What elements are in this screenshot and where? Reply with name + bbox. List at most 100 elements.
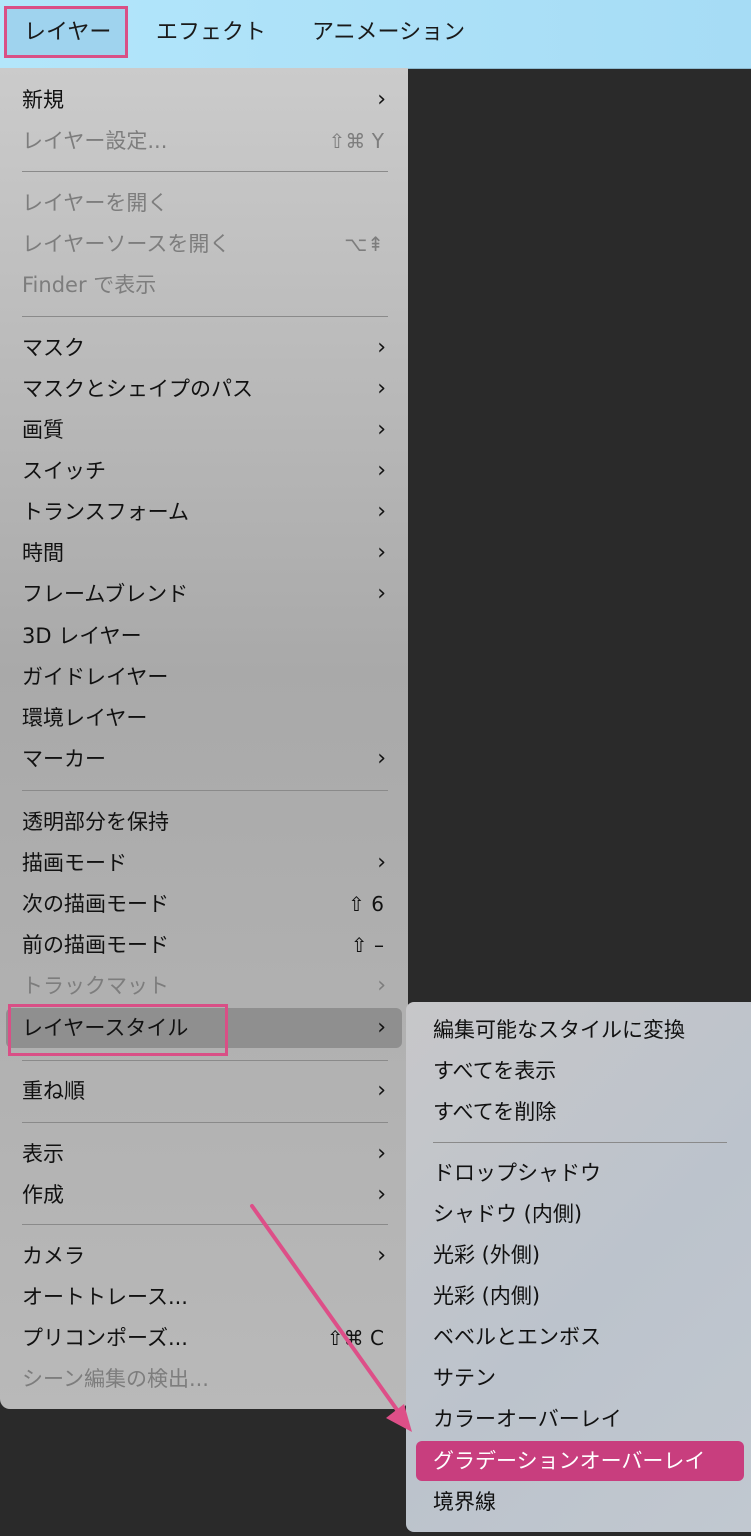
submenu-item-bevel-and-emboss[interactable]: ベベルとエンボス — [406, 1317, 751, 1357]
menu-item-blending-mode[interactable]: 描画モード › — [0, 843, 408, 883]
submenu-arrow-icon: › — [377, 87, 386, 112]
submenu-item-label: 光彩 (外側) — [433, 1243, 541, 1267]
submenu-arrow-icon: › — [377, 1015, 386, 1040]
menu-separator — [22, 316, 388, 317]
menu-item-label: マスク — [22, 336, 85, 360]
menubar-item-animation[interactable]: アニメーション — [312, 0, 465, 68]
menu-item-label: 3D レイヤー — [22, 624, 142, 648]
shortcut-label: ⌥⇞ — [344, 232, 384, 256]
menu-item-arrange[interactable]: 重ね順 › — [0, 1071, 408, 1111]
menu-item-label: 表示 — [22, 1142, 64, 1166]
submenu-item-inner-shadow[interactable]: シャドウ (内側) — [406, 1194, 751, 1234]
menu-item-label: Finder で表示 — [22, 273, 157, 297]
menu-item-track-matte[interactable]: トラックマット › — [0, 966, 408, 1006]
menu-item-mask[interactable]: マスク › — [0, 328, 408, 368]
shortcut-label: ⇧⌘ C — [326, 1326, 384, 1350]
menu-item-pre-compose[interactable]: プリコンポーズ... ⇧⌘ C — [0, 1318, 408, 1358]
submenu-arrow-icon: › — [377, 335, 386, 360]
menu-item-label: 新規 — [22, 88, 64, 112]
menu-item-switches[interactable]: スイッチ › — [0, 451, 408, 491]
submenu-item-stroke[interactable]: 境界線 — [406, 1482, 751, 1522]
menu-item-guide-layer[interactable]: ガイドレイヤー — [0, 657, 408, 697]
menu-item-label: トラックマット — [22, 974, 169, 998]
submenu-arrow-icon: › — [377, 973, 386, 998]
submenu-item-remove-all[interactable]: すべてを削除 — [406, 1092, 751, 1132]
menu-item-label: フレームブレンド — [22, 582, 189, 606]
menu-separator — [22, 790, 388, 791]
submenu-item-outer-glow[interactable]: 光彩 (外側) — [406, 1235, 751, 1275]
submenu-arrow-icon: › — [377, 581, 386, 606]
menu-item-reveal[interactable]: 表示 › — [0, 1134, 408, 1174]
submenu-item-inner-glow[interactable]: 光彩 (内側) — [406, 1276, 751, 1316]
submenu-arrow-icon: › — [377, 850, 386, 875]
submenu-item-convert-to-editable-styles[interactable]: 編集可能なスタイルに変換 — [406, 1010, 751, 1050]
submenu-item-label: シャドウ (内側) — [433, 1202, 583, 1226]
menu-bar: レイヤー エフェクト アニメーション — [0, 0, 751, 69]
menu-item-environment-layer[interactable]: 環境レイヤー — [0, 698, 408, 738]
menu-item-layer-settings[interactable]: レイヤー設定... ⇧⌘ Y — [0, 121, 408, 161]
menu-item-reveal-in-finder[interactable]: Finder で表示 — [0, 265, 408, 305]
menu-item-label: レイヤーソースを開く — [22, 232, 231, 256]
menu-item-quality[interactable]: 画質 › — [0, 410, 408, 450]
layer-styles-callout-box — [8, 1004, 228, 1056]
menubar-item-effect[interactable]: エフェクト — [156, 0, 266, 68]
layer-menu: 新規 › レイヤー設定... ⇧⌘ Y レイヤーを開く レイヤーソースを開く ⌥… — [0, 68, 408, 1409]
submenu-arrow-icon: › — [377, 499, 386, 524]
submenu-item-gradient-overlay[interactable]: グラデーションオーバーレイ — [416, 1441, 744, 1481]
menubar-item-layer[interactable]: レイヤー — [24, 0, 111, 68]
menu-item-camera[interactable]: カメラ › — [0, 1236, 408, 1276]
menu-item-label: トランスフォーム — [22, 500, 189, 524]
submenu-separator — [433, 1142, 727, 1143]
menu-item-label: スイッチ — [22, 459, 106, 483]
menu-item-label: 前の描画モード — [22, 933, 169, 957]
menu-item-new[interactable]: 新規 › — [0, 80, 408, 120]
submenu-arrow-icon: › — [377, 1141, 386, 1166]
menu-item-label: 時間 — [22, 541, 64, 565]
menu-item-auto-trace[interactable]: オートトレース... — [0, 1277, 408, 1317]
menu-item-label: オートトレース... — [22, 1285, 188, 1309]
menu-item-scene-edit-detection[interactable]: シーン編集の検出... — [0, 1359, 408, 1399]
menu-separator — [22, 1122, 388, 1123]
submenu-item-show-all[interactable]: すべてを表示 — [406, 1051, 751, 1091]
shortcut-label: ⇧ – — [350, 933, 384, 957]
menu-item-marker[interactable]: マーカー › — [0, 739, 408, 779]
menu-item-open-layer[interactable]: レイヤーを開く — [0, 183, 408, 223]
submenu-item-label: ドロップシャドウ — [433, 1161, 601, 1185]
menu-item-label: シーン編集の検出... — [22, 1367, 209, 1391]
submenu-item-label: サテン — [433, 1366, 496, 1390]
menu-item-label: レイヤー設定... — [22, 129, 168, 153]
menu-item-next-blending-mode[interactable]: 次の描画モード ⇧ 6 — [0, 884, 408, 924]
shortcut-label: ⇧ 6 — [348, 892, 384, 916]
submenu-arrow-icon: › — [377, 746, 386, 771]
submenu-item-label: すべてを表示 — [433, 1059, 557, 1083]
menu-item-time[interactable]: 時間 › — [0, 533, 408, 573]
submenu-item-label: すべてを削除 — [433, 1100, 557, 1124]
submenu-item-label: 光彩 (内側) — [433, 1284, 541, 1308]
menu-item-transform[interactable]: トランスフォーム › — [0, 492, 408, 532]
menu-item-mask-shape-path[interactable]: マスクとシェイプのパス › — [0, 369, 408, 409]
menu-item-preserve-transparency[interactable]: 透明部分を保持 — [0, 802, 408, 842]
layer-styles-submenu: 編集可能なスタイルに変換 すべてを表示 すべてを削除 ドロップシャドウ シャドウ… — [406, 1002, 751, 1532]
menu-separator — [22, 1060, 388, 1061]
menu-item-3d-layer[interactable]: 3D レイヤー — [0, 616, 408, 656]
menu-item-label: 環境レイヤー — [22, 706, 148, 730]
shortcut-label: ⇧⌘ Y — [328, 129, 384, 153]
submenu-arrow-icon: › — [377, 376, 386, 401]
submenu-arrow-icon: › — [377, 1078, 386, 1103]
menu-item-label: レイヤーを開く — [22, 191, 169, 215]
submenu-item-label: 編集可能なスタイルに変換 — [433, 1018, 685, 1042]
submenu-arrow-icon: › — [377, 540, 386, 565]
menu-item-label: マスクとシェイプのパス — [22, 377, 253, 401]
submenu-item-label: カラーオーバーレイ — [433, 1407, 622, 1431]
submenu-item-drop-shadow[interactable]: ドロップシャドウ — [406, 1153, 751, 1193]
menu-item-frame-blending[interactable]: フレームブレンド › — [0, 574, 408, 614]
menu-item-label: 次の描画モード — [22, 892, 169, 916]
menu-item-open-layer-source[interactable]: レイヤーソースを開く ⌥⇞ — [0, 224, 408, 264]
submenu-item-color-overlay[interactable]: カラーオーバーレイ — [406, 1399, 751, 1439]
menu-item-create[interactable]: 作成 › — [0, 1175, 408, 1215]
menu-item-label: 透明部分を保持 — [22, 810, 169, 834]
submenu-item-satin[interactable]: サテン — [406, 1358, 751, 1398]
submenu-arrow-icon: › — [377, 417, 386, 442]
submenu-arrow-icon: › — [377, 1243, 386, 1268]
menu-item-previous-blending-mode[interactable]: 前の描画モード ⇧ – — [0, 925, 408, 965]
